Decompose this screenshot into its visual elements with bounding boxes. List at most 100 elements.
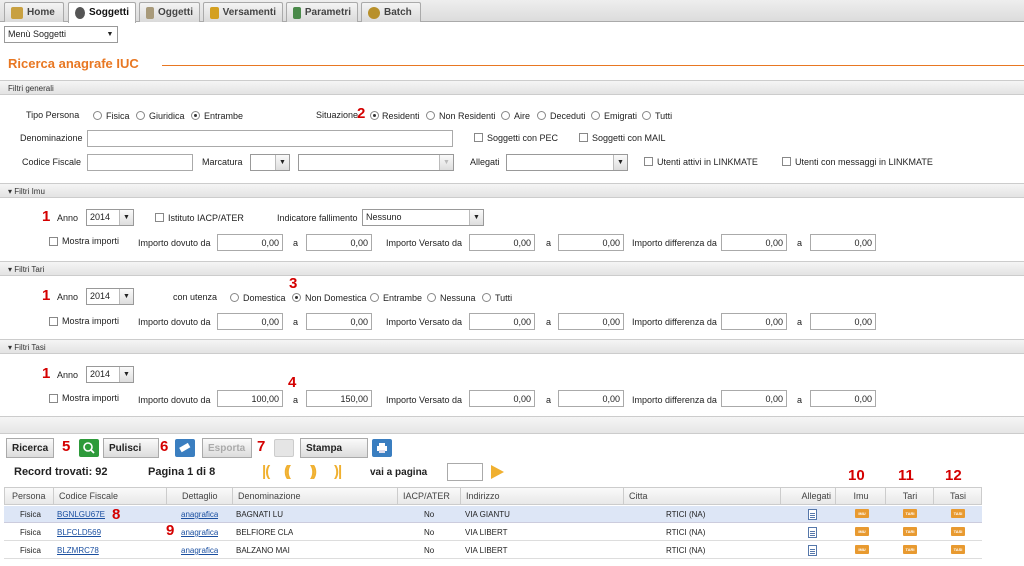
- prev-page-icon[interactable]: ((: [284, 463, 291, 480]
- eraser-icon[interactable]: [175, 439, 195, 457]
- radio-entrambe[interactable]: [191, 111, 200, 120]
- last-page-icon[interactable]: )|: [334, 463, 342, 480]
- tab-oggetti[interactable]: Oggetti: [139, 2, 200, 22]
- radio-entrambe-utenza[interactable]: [370, 293, 379, 302]
- esporta-button[interactable]: Esporta: [202, 438, 252, 458]
- marcatura-detail-select[interactable]: ▼: [298, 154, 454, 171]
- anagrafica-link[interactable]: anagrafica: [181, 510, 218, 519]
- imu-icon[interactable]: IMU: [855, 545, 869, 554]
- printer-icon[interactable]: [372, 439, 392, 457]
- cf-link[interactable]: BLFCLD569: [57, 528, 101, 537]
- col-iacp[interactable]: IACP/ATER: [399, 488, 461, 504]
- tari-anno-select[interactable]: 2014 ▼: [86, 288, 134, 305]
- radio-nessuna[interactable]: [427, 293, 436, 302]
- tab-soggetti[interactable]: Soggetti: [68, 2, 136, 23]
- tasi-dovuto-a[interactable]: 150,00: [306, 390, 372, 407]
- document-icon[interactable]: [808, 509, 817, 520]
- col-citta[interactable]: Citta: [625, 488, 781, 504]
- radio-aire[interactable]: [501, 111, 510, 120]
- section-filtri-tasi[interactable]: ▾ Filtri Tasi: [0, 339, 1024, 354]
- checkbox-utenti-messaggi[interactable]: [782, 157, 791, 166]
- tari-dovuto-da[interactable]: 0,00: [217, 313, 283, 330]
- anagrafica-link[interactable]: anagrafica: [181, 546, 218, 555]
- tari-differenza-da[interactable]: 0,00: [721, 313, 787, 330]
- next-page-icon[interactable]: )): [310, 463, 317, 480]
- tari-versato-da[interactable]: 0,00: [469, 313, 535, 330]
- radio-residenti[interactable]: [370, 111, 379, 120]
- imu-differenza-a[interactable]: 0,00: [810, 234, 876, 251]
- col-allegati[interactable]: Allegati: [782, 488, 836, 504]
- fallimento-select[interactable]: Nessuno ▼: [362, 209, 484, 226]
- col-denominazione[interactable]: Denominazione: [234, 488, 398, 504]
- radio-non-domestica[interactable]: [292, 293, 301, 302]
- section-filtri-imu[interactable]: ▾ Filtri Imu: [0, 183, 1024, 198]
- checkbox-pec[interactable]: [474, 133, 483, 142]
- tasi-dovuto-da[interactable]: 100,00: [217, 390, 283, 407]
- radio-tutti[interactable]: [642, 111, 651, 120]
- ricerca-button[interactable]: Ricerca: [6, 438, 54, 458]
- go-arrow-icon[interactable]: [491, 465, 504, 479]
- tab-home[interactable]: Home: [4, 2, 64, 22]
- tari-differenza-a[interactable]: 0,00: [810, 313, 876, 330]
- export-icon[interactable]: [274, 439, 294, 457]
- radio-domestica[interactable]: [230, 293, 239, 302]
- allegati-select[interactable]: ▼: [506, 154, 628, 171]
- tasi-icon[interactable]: TASI: [951, 509, 965, 518]
- col-imu[interactable]: Imu: [837, 488, 886, 504]
- section-filtri-tari[interactable]: ▾ Filtri Tari: [0, 261, 1024, 276]
- imu-versato-a[interactable]: 0,00: [558, 234, 624, 251]
- checkbox-mail[interactable]: [579, 133, 588, 142]
- marcatura-select[interactable]: ▼: [250, 154, 290, 171]
- tab-versamenti[interactable]: Versamenti: [203, 2, 283, 22]
- tari-dovuto-a[interactable]: 0,00: [306, 313, 372, 330]
- tab-parametri[interactable]: Parametri: [286, 2, 358, 22]
- col-indirizzo[interactable]: Indirizzo: [462, 488, 624, 504]
- checkbox-utenti-attivi[interactable]: [644, 157, 653, 166]
- tari-mostra-importi-checkbox[interactable]: [49, 317, 58, 326]
- imu-dovuto-a[interactable]: 0,00: [306, 234, 372, 251]
- tasi-differenza-a[interactable]: 0,00: [810, 390, 876, 407]
- first-page-icon[interactable]: |(: [262, 463, 270, 480]
- imu-mostra-importi-checkbox[interactable]: [49, 237, 58, 246]
- radio-deceduti[interactable]: [537, 111, 546, 120]
- tasi-icon[interactable]: TASI: [951, 527, 965, 536]
- cf-link[interactable]: BGNLGU67E: [57, 510, 105, 519]
- tab-batch[interactable]: Batch: [361, 2, 421, 22]
- imu-icon[interactable]: IMU: [855, 509, 869, 518]
- col-persona[interactable]: Persona: [8, 488, 54, 504]
- pulisci-button[interactable]: Pulisci: [103, 438, 159, 458]
- tari-icon[interactable]: TARI: [903, 545, 917, 554]
- tasi-versato-a[interactable]: 0,00: [558, 390, 624, 407]
- checkbox-istituto[interactable]: [155, 213, 164, 222]
- denominazione-input[interactable]: [87, 130, 453, 147]
- col-dettaglio[interactable]: Dettaglio: [168, 488, 233, 504]
- menu-select[interactable]: Menù Soggetti ▼: [4, 26, 118, 43]
- radio-emigrati[interactable]: [591, 111, 600, 120]
- tari-icon[interactable]: TARI: [903, 527, 917, 536]
- tari-icon[interactable]: TARI: [903, 509, 917, 518]
- col-codice-fiscale[interactable]: Codice Fiscale: [55, 488, 167, 504]
- document-icon[interactable]: [808, 527, 817, 538]
- tasi-versato-da[interactable]: 0,00: [469, 390, 535, 407]
- imu-dovuto-da[interactable]: 0,00: [217, 234, 283, 251]
- section-filtri-generali[interactable]: Filtri generali: [0, 80, 1024, 95]
- imu-differenza-da[interactable]: 0,00: [721, 234, 787, 251]
- tasi-icon[interactable]: TASI: [951, 545, 965, 554]
- anagrafica-link[interactable]: anagrafica: [181, 528, 218, 537]
- tari-versato-a[interactable]: 0,00: [558, 313, 624, 330]
- stampa-button[interactable]: Stampa: [300, 438, 368, 458]
- search-icon[interactable]: [79, 439, 99, 457]
- radio-tutti-utenza[interactable]: [482, 293, 491, 302]
- radio-fisica[interactable]: [93, 111, 102, 120]
- tasi-mostra-importi-checkbox[interactable]: [49, 394, 58, 403]
- tasi-differenza-da[interactable]: 0,00: [721, 390, 787, 407]
- document-icon[interactable]: [808, 545, 817, 556]
- goto-page-input[interactable]: [447, 463, 483, 481]
- col-tasi[interactable]: Tasi: [935, 488, 982, 504]
- radio-non-residenti[interactable]: [426, 111, 435, 120]
- imu-icon[interactable]: IMU: [855, 527, 869, 536]
- cf-link[interactable]: BLZMRC78: [57, 546, 99, 555]
- codice-fiscale-input[interactable]: [87, 154, 193, 171]
- radio-giuridica[interactable]: [136, 111, 145, 120]
- imu-versato-da[interactable]: 0,00: [469, 234, 535, 251]
